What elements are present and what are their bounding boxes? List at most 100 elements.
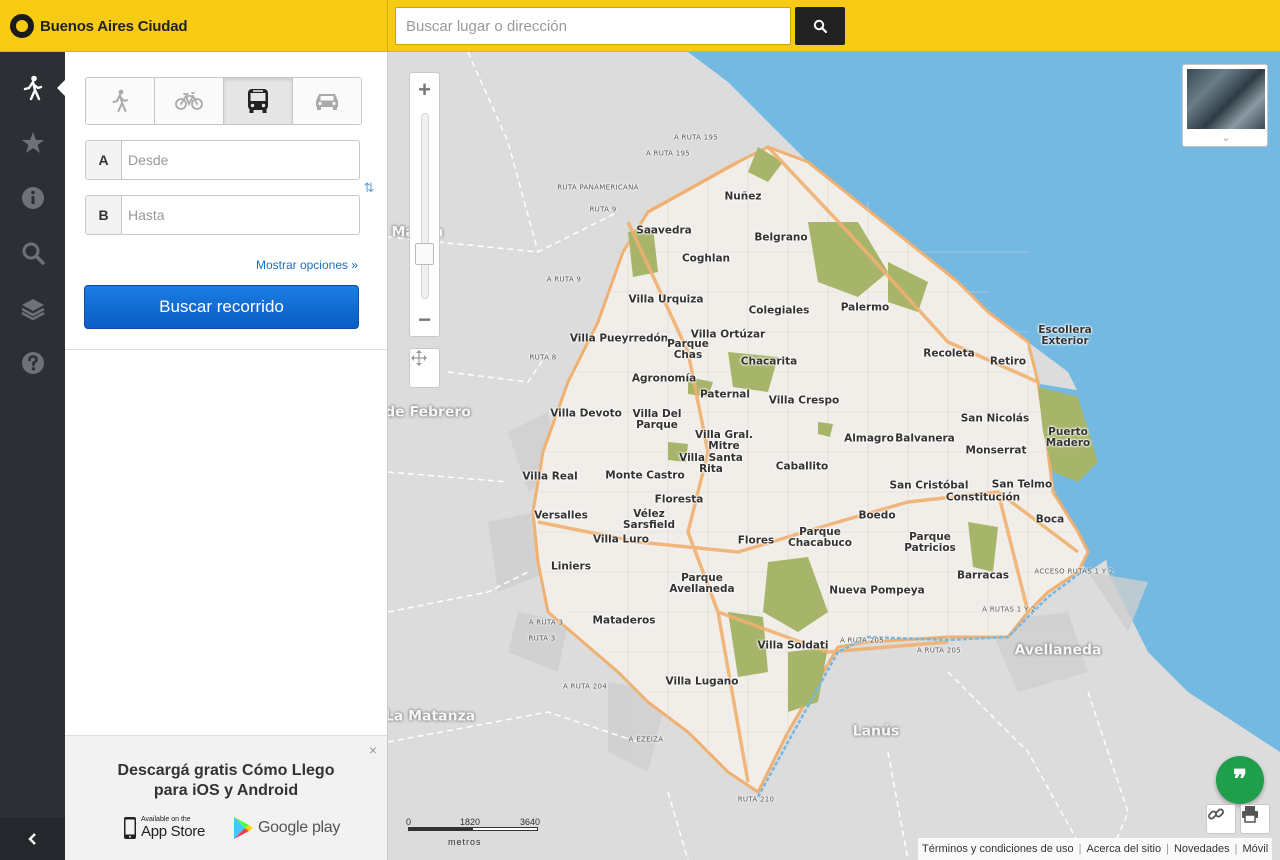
brand[interactable]: Buenos Aires Ciudad xyxy=(0,0,388,52)
road-label: A RUTA 3 xyxy=(528,618,564,627)
pan-arrows-icon xyxy=(411,350,427,366)
road-label: RUTA 9 xyxy=(589,205,617,214)
road-label: A RUTA 195 xyxy=(673,133,719,142)
municipality-label: La Matanza xyxy=(388,708,476,725)
mode-bike-button[interactable] xyxy=(155,78,224,124)
directions-panel: A ⇅ B Mostrar opciones » Buscar recorrid… xyxy=(65,52,388,860)
road-label: A RUTA 195 xyxy=(645,149,691,158)
terms-link[interactable]: Términos y condiciones de uso xyxy=(922,843,1074,855)
about-link[interactable]: Acerca del sitio xyxy=(1087,843,1162,855)
mode-car-button[interactable] xyxy=(293,78,361,124)
road-label: A RUTAS 1 Y 2 xyxy=(982,605,1036,614)
search-icon xyxy=(813,19,827,33)
neighborhood-label: Villa Gral. Mitre xyxy=(695,429,753,452)
municipality-label: de Febrero xyxy=(388,404,471,421)
neighborhood-label: Paternal xyxy=(700,388,750,401)
neighborhood-label: Villa Urquiza xyxy=(628,293,704,306)
layers-icon xyxy=(20,298,45,320)
pan-control[interactable] xyxy=(409,348,440,388)
rail-item-help[interactable] xyxy=(0,335,65,390)
municipality-label: Lanús xyxy=(852,723,900,740)
neighborhood-label: Colegiales xyxy=(748,304,810,317)
zoom-slider-track[interactable] xyxy=(421,113,429,299)
promo-title-line1: Descargá gratis Cómo Llego xyxy=(117,762,335,779)
neighborhood-label: Villa Soldati xyxy=(757,639,829,652)
swap-icon[interactable]: ⇅ xyxy=(362,180,376,196)
scale-unit: metros xyxy=(448,837,482,847)
neighborhood-label: San Telmo xyxy=(991,478,1053,491)
neighborhood-label: Balvanera xyxy=(895,432,955,445)
star-icon xyxy=(21,131,44,153)
close-icon[interactable]: × xyxy=(369,742,377,758)
neighborhood-label: Parque Chacabuco xyxy=(787,526,853,549)
chevron-down-icon: ⌄ xyxy=(1221,132,1231,144)
search-icon xyxy=(22,242,45,265)
phone-icon xyxy=(124,817,136,839)
show-options-link[interactable]: Mostrar opciones » xyxy=(256,258,358,272)
app-promo: × Descargá gratis Cómo Llego para iOS y … xyxy=(65,735,387,860)
mode-walk-button[interactable] xyxy=(86,78,155,124)
neighborhood-label: San Nicolás xyxy=(960,412,1030,425)
neighborhood-label: Boedo xyxy=(858,509,896,522)
rail-item-info[interactable] xyxy=(0,170,65,225)
neighborhood-label: Villa Devoto xyxy=(550,407,622,420)
mode-bus-button[interactable] xyxy=(224,78,293,124)
rail-item-directions[interactable] xyxy=(0,60,65,115)
neighborhood-label: Caballito xyxy=(775,460,829,473)
neighborhood-label: Parque Avellaneda xyxy=(669,572,735,595)
print-icon xyxy=(1242,806,1258,823)
google-play-text: Google play xyxy=(258,819,341,836)
zoom-in-button[interactable]: + xyxy=(410,75,439,105)
road-label: A RUTA 9 xyxy=(546,275,582,284)
neighborhood-label: Boca xyxy=(1035,513,1065,526)
neighborhood-label: Parque Chas xyxy=(667,338,709,361)
search-button[interactable] xyxy=(795,7,845,45)
destination-input[interactable] xyxy=(122,196,359,234)
print-button[interactable] xyxy=(1240,804,1270,834)
collapse-panel-button[interactable] xyxy=(0,818,65,860)
feedback-button[interactable]: ❞ xyxy=(1216,756,1264,804)
zoom-out-button[interactable]: − xyxy=(410,305,439,335)
neighborhood-label: Recoleta xyxy=(923,347,975,360)
neighborhood-label: Mataderos xyxy=(592,614,656,627)
transport-mode-selector xyxy=(85,77,362,125)
info-icon xyxy=(21,186,44,209)
neighborhood-label: Agronomía xyxy=(631,372,697,385)
search-input[interactable] xyxy=(395,7,791,45)
neighborhood-label: Flores xyxy=(737,534,775,547)
rail-item-favorites[interactable] xyxy=(0,115,65,170)
road-label: A RUTA 205 xyxy=(839,636,885,645)
zoom-slider-handle[interactable] xyxy=(415,243,434,265)
neighborhood-label: Chacarita xyxy=(740,355,798,368)
neighborhood-label: Nuñez xyxy=(724,190,762,203)
neighborhood-label: Villa Pueyrredón xyxy=(569,332,669,345)
neighborhood-label: Constitución xyxy=(945,491,1021,504)
share-link-button[interactable] xyxy=(1206,804,1236,834)
app-root: Buenos Aires Ciudad Buscar lugar o direc… xyxy=(0,0,1280,860)
destination-letter: B xyxy=(86,196,122,234)
base-layer-switcher[interactable]: ⌄ xyxy=(1182,64,1268,147)
neighborhood-label: San Cristóbal xyxy=(889,479,969,492)
search-route-button[interactable]: Buscar recorrido xyxy=(84,285,359,329)
footer-separator: | xyxy=(1078,843,1082,855)
walk-icon xyxy=(112,89,128,112)
map-canvas xyxy=(388,52,1280,860)
app-store-badge[interactable]: Available on the App Store xyxy=(123,813,205,843)
neighborhood-label: Puerto Madero xyxy=(1045,426,1091,449)
google-play-badge[interactable]: Google play xyxy=(232,813,340,843)
mobile-link[interactable]: Móvil xyxy=(1242,843,1268,855)
chevron-left-icon xyxy=(27,833,36,845)
rail-item-layers[interactable] xyxy=(0,280,65,335)
rail-item-search[interactable] xyxy=(0,225,65,280)
promo-title-line2: para iOS y Android xyxy=(153,782,299,799)
neighborhood-label: Monserrat xyxy=(965,444,1027,457)
google-play-icon xyxy=(234,817,253,839)
news-link[interactable]: Novedades xyxy=(1174,843,1230,855)
map-view[interactable]: Nuñez Saavedra Belgrano Coghlan Villa Urquiz… xyxy=(388,52,1280,860)
origin-input[interactable] xyxy=(122,141,359,179)
city-logo-icon xyxy=(10,14,34,38)
neighborhood-label: Vélez Sarsfield xyxy=(622,508,676,531)
neighborhood-label: Versalles xyxy=(534,509,588,522)
neighborhood-label: Villa Crespo xyxy=(768,394,840,407)
footer-separator: | xyxy=(1234,843,1238,855)
